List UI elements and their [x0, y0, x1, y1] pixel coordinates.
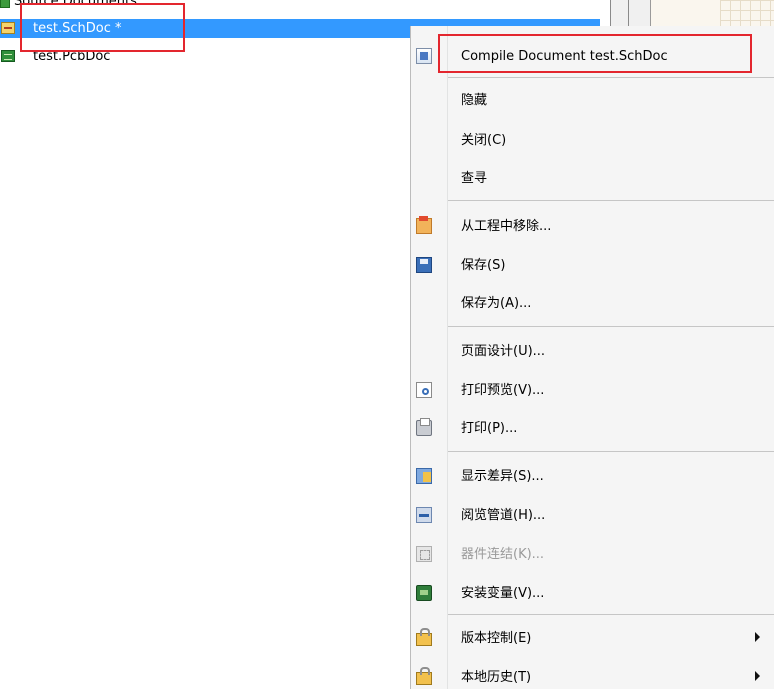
tree-item-label: test.SchDoc *: [33, 21, 122, 36]
menu-item-print-preview[interactable]: 打印预览(V)...: [411, 372, 774, 409]
menu-item-print[interactable]: 打印(P)...: [411, 410, 774, 447]
remove-from-project-icon: [416, 216, 432, 234]
lock-icon: [416, 628, 432, 646]
print-icon: [416, 418, 432, 436]
tree-item-label: test.PcbDoc: [33, 49, 111, 64]
menu-item-label: 阅览管道(H)...: [461, 508, 546, 523]
menu-item-label: 查寻: [461, 171, 488, 186]
tree-folder-source-documents[interactable]: Source Documents: [0, 0, 600, 11]
menu-item-save[interactable]: 保存(S): [411, 247, 774, 284]
component-links-icon: [416, 546, 432, 562]
menu-item-label: 保存为(A)...: [461, 296, 532, 311]
menu-item-label: 页面设计(U)...: [461, 344, 546, 359]
context-menu: Compile Document test.SchDoc 隐藏 关闭(C) 查寻…: [410, 26, 774, 689]
menu-item-label: 打印预览(V)...: [461, 383, 545, 398]
print-preview-icon: [416, 382, 432, 398]
compile-icon: [416, 48, 432, 64]
menu-item-label: 从工程中移除...: [461, 219, 552, 234]
view-channels-icon: [416, 507, 432, 523]
menu-item-page-setup[interactable]: 页面设计(U)...: [411, 333, 774, 370]
menu-separator: [448, 614, 774, 615]
menu-item-label: 显示差异(S)...: [461, 469, 544, 484]
menu-item-label: Compile Document test.SchDoc: [461, 49, 668, 64]
save-icon: [416, 257, 432, 273]
menu-item-label: 版本控制(E): [461, 631, 532, 646]
menu-item-hide[interactable]: 隐藏: [411, 82, 774, 119]
tree-folder-label: Source Documents: [14, 0, 137, 9]
menu-separator: [448, 326, 774, 327]
lock-icon: [416, 667, 432, 685]
menu-separator: [448, 77, 774, 78]
menu-item-label: 关闭(C): [461, 133, 507, 148]
menu-item-show-differences[interactable]: 显示差异(S)...: [411, 458, 774, 495]
menu-item-local-history[interactable]: 本地历史(T): [411, 659, 774, 696]
menu-item-label: 隐藏: [461, 93, 488, 108]
menu-item-close[interactable]: 关闭(C): [411, 122, 774, 159]
menu-item-find[interactable]: 查寻: [411, 160, 774, 197]
menu-item-label: 器件连结(K)...: [461, 547, 545, 562]
assembly-variants-icon: [416, 585, 432, 601]
pcb-document-icon: [1, 50, 15, 62]
menu-separator: [448, 200, 774, 201]
schematic-document-icon: [1, 22, 15, 34]
menu-item-label: 安装变量(V)...: [461, 586, 545, 601]
menu-item-label: 打印(P)...: [461, 421, 518, 436]
menu-separator: [448, 451, 774, 452]
menu-item-component-links: 器件连结(K)...: [411, 536, 774, 573]
menu-item-view-channels[interactable]: 阅览管道(H)...: [411, 497, 774, 534]
menu-item-remove-from-project[interactable]: 从工程中移除...: [411, 208, 774, 245]
menu-item-label: 保存(S): [461, 258, 506, 273]
menu-item-assembly-variants[interactable]: 安装变量(V)...: [411, 575, 774, 612]
menu-item-version-control[interactable]: 版本控制(E): [411, 620, 774, 657]
menu-item-label: 本地历史(T): [461, 670, 532, 685]
folder-icon: [0, 0, 10, 8]
show-differences-icon: [416, 468, 432, 484]
menu-item-save-as[interactable]: 保存为(A)...: [411, 285, 774, 322]
submenu-arrow-icon: [755, 671, 760, 681]
menu-item-compile-document[interactable]: Compile Document test.SchDoc: [411, 38, 774, 75]
submenu-arrow-icon: [755, 632, 760, 642]
